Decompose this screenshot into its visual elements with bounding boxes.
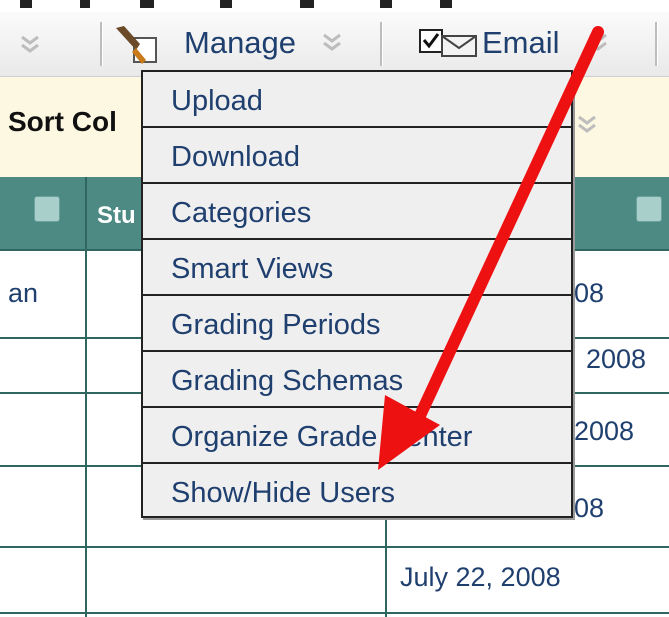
email-label: Email [482,25,560,60]
cropped-glyphs [20,0,452,8]
menu-item-download[interactable]: Download [143,128,571,184]
table-cell-date: 2008 [574,416,635,446]
student-column-header[interactable]: Stu [97,202,136,230]
manage-label: Manage [184,25,297,60]
checkbox-envelope-icon [419,29,477,57]
toolbar-separator [380,22,383,66]
sort-columns-label[interactable]: Sort Col [8,106,117,138]
manage-dropdown-menu: Upload Download Categories Smart Views G… [141,70,573,518]
grid-line [85,249,87,617]
wrench-tool-icon [116,26,157,64]
menu-item-upload[interactable]: Upload [143,72,571,128]
header-divider [85,177,87,249]
menu-item-label: Grading Periods [171,309,381,341]
menu-item-grading-periods[interactable]: Grading Periods [143,296,571,352]
menu-item-smart-views[interactable]: Smart Views [143,240,571,296]
menu-item-label: Show/Hide Users [171,477,396,509]
column-menu-chevron-icon[interactable] [34,196,60,222]
grade-center-toolbar: Manage Email [0,12,669,77]
menu-item-categories[interactable]: Categories [143,184,571,240]
menu-item-show-hide-users[interactable]: Show/Hide Users [143,464,571,520]
toolbar-separator [100,22,103,66]
chevron-down-icon[interactable] [18,32,42,56]
menu-item-grading-schemas[interactable]: Grading Schemas [143,352,571,408]
chevron-down-icon[interactable] [575,112,599,136]
table-cell-name: an [8,278,39,308]
toolbar-separator [655,22,658,66]
menu-item-label: Upload [171,85,263,117]
menu-item-label: Categories [171,197,312,229]
table-cell-date: 08 [574,493,605,523]
menu-item-label: Grading Schemas [171,365,404,397]
table-cell-date: July 22, 2008 [400,562,561,592]
manage-button[interactable]: Manage [110,16,360,72]
column-menu-chevron-icon[interactable] [636,196,662,222]
grid-line [0,546,669,548]
menu-item-label: Smart Views [171,253,334,285]
menu-item-label: Download [171,141,300,173]
menu-item-organize-grade-center[interactable]: Organize Grade Center [143,408,571,464]
chevron-down-icon [589,33,607,51]
table-cell-date: 2008 [586,344,647,374]
grid-line [0,612,669,614]
email-button[interactable]: Email [410,16,630,72]
chevron-down-icon [323,33,341,51]
table-cell-date: 08 [574,278,605,308]
menu-item-label: Organize Grade Center [171,421,473,453]
cropped-top-text [0,0,669,12]
